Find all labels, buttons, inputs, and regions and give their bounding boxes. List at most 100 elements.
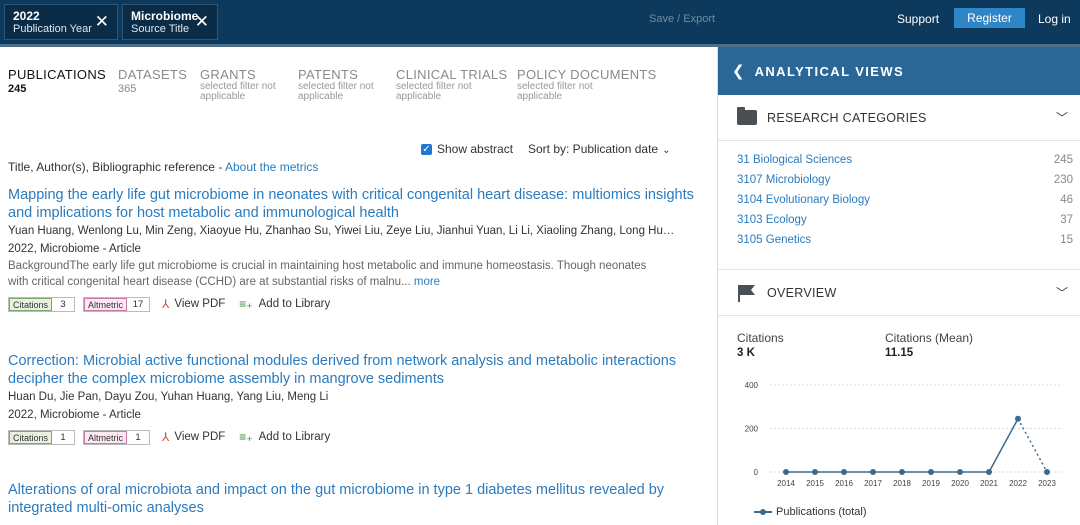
about-metrics-link[interactable]: About the metrics xyxy=(225,160,318,174)
sort-dropdown[interactable]: Sort by: Publication date ⌄ xyxy=(528,142,670,156)
category-row[interactable]: 3104 Evolutionary Biology 46 xyxy=(737,194,1073,206)
result-abstract: BackgroundThe early life gut microbiome … xyxy=(8,258,668,290)
category-count: 230 xyxy=(1053,174,1073,186)
add-to-library-icon: ≡₊ xyxy=(239,297,253,311)
data-point xyxy=(812,469,818,475)
citations-badge[interactable]: Citations 1 xyxy=(8,429,76,445)
result-actions: Citations 1 Altmetric 1 ⅄ View PDF ≡₊ Add … xyxy=(8,429,708,445)
category-row[interactable]: 3103 Ecology 37 xyxy=(737,214,1073,226)
citations-badge-label: Citations xyxy=(9,430,53,444)
data-point xyxy=(783,469,789,475)
tab-note: selected filter not applicable xyxy=(396,81,472,102)
category-link[interactable]: 3105 Genetics xyxy=(737,234,811,246)
result-title-link[interactable]: Mapping the early life gut microbiome in… xyxy=(8,186,708,222)
tab-count: 245 xyxy=(8,83,27,95)
data-point xyxy=(1044,469,1050,475)
result-actions: Citations 3 Altmetric 17 ⅄ View PDF ≡₊ Add… xyxy=(8,296,708,312)
register-button[interactable]: Register xyxy=(954,8,1025,28)
altmetric-badge[interactable]: Altmetric 1 xyxy=(83,429,151,445)
tab-count: 365 xyxy=(118,83,137,95)
x-tick-label: 2014 xyxy=(777,479,795,488)
filter-chip-source-title[interactable]: Microbiome Source Title ✕ xyxy=(122,4,218,40)
close-icon[interactable]: ✕ xyxy=(95,13,109,30)
result-title-link[interactable]: Alterations of oral microbiota and impac… xyxy=(8,481,708,517)
tab-label: PUBLICATIONS xyxy=(8,67,106,82)
x-tick-label: 2021 xyxy=(980,479,998,488)
save-export-button[interactable]: Save / Export xyxy=(649,13,715,25)
series-line-segment xyxy=(1017,418,1048,473)
add-to-library-button[interactable]: Add to Library xyxy=(259,431,331,443)
category-count: 46 xyxy=(1060,194,1073,206)
x-tick-label: 2020 xyxy=(951,479,969,488)
result-title-link[interactable]: Correction: Microbial active functional … xyxy=(8,352,708,388)
category-link[interactable]: 3104 Evolutionary Biology xyxy=(737,194,870,206)
pdf-icon: ⅄ xyxy=(162,430,170,444)
abstract-text: BackgroundThe early life gut microbiome … xyxy=(8,260,647,288)
pdf-icon: ⅄ xyxy=(162,297,170,311)
chevron-left-icon[interactable]: ❮ xyxy=(732,62,745,80)
folder-icon xyxy=(737,107,757,125)
legend-marker xyxy=(754,509,772,515)
category-link[interactable]: 3107 Microbiology xyxy=(737,174,830,186)
citations-badge[interactable]: Citations 3 xyxy=(8,296,76,312)
results-panel: PUBLICATIONS 245 DATASETS 365 GRANTS sel… xyxy=(0,47,716,525)
tab-patents[interactable]: PATENTS selected filter not applicable xyxy=(298,67,388,102)
result-item: Alterations of oral microbiota and impac… xyxy=(8,481,708,517)
analytical-views-title: ANALYTICAL VIEWS xyxy=(754,63,905,79)
metrics-info-line: Title, Author(s), Bibliographic referenc… xyxy=(8,160,318,174)
citations-count: 1 xyxy=(60,431,66,443)
sort-label: Sort by: Publication date xyxy=(528,142,659,156)
category-row[interactable]: 31 Biological Sciences 245 xyxy=(737,154,1073,166)
view-pdf-button[interactable]: View PDF xyxy=(174,431,225,443)
data-point xyxy=(870,469,876,475)
view-pdf-button[interactable]: View PDF xyxy=(174,298,225,310)
category-row[interactable]: 3105 Genetics 15 xyxy=(737,234,1073,246)
result-authors: Huan Du, Jie Pan, Dayu Zou, Yuhan Huang,… xyxy=(8,391,329,403)
data-point xyxy=(841,469,847,475)
data-point xyxy=(957,469,963,475)
y-tick-label: 400 xyxy=(745,381,759,390)
category-count: 37 xyxy=(1060,214,1073,226)
filter-chip-publication-year[interactable]: 2022 Publication Year ✕ xyxy=(4,4,118,40)
y-tick-label: 200 xyxy=(745,425,759,434)
research-categories-header[interactable]: RESEARCH CATEGORIES ﹀ xyxy=(718,95,1080,141)
tab-publications[interactable]: PUBLICATIONS 245 xyxy=(8,67,106,96)
tab-label: POLICY DOCUMENTS xyxy=(517,67,657,82)
citations-value: 3 K xyxy=(737,347,755,359)
add-to-library-button[interactable]: Add to Library xyxy=(259,298,331,310)
chevron-down-icon[interactable]: ﹀ xyxy=(1056,284,1068,301)
close-icon[interactable]: ✕ xyxy=(195,13,209,30)
checkbox-checked-icon[interactable]: ✓ xyxy=(421,143,432,155)
altmetric-badge[interactable]: Altmetric 17 xyxy=(83,296,151,312)
result-item: Correction: Microbial active functional … xyxy=(8,352,708,445)
add-to-library-icon: ≡₊ xyxy=(239,430,253,444)
tab-label: CLINICAL TRIALS xyxy=(396,67,508,82)
data-point xyxy=(986,469,992,475)
more-link[interactable]: more xyxy=(414,276,440,288)
tab-policy-documents[interactable]: POLICY DOCUMENTS selected filter not app… xyxy=(517,67,657,102)
x-tick-label: 2023 xyxy=(1038,479,1056,488)
category-link[interactable]: 3103 Ecology xyxy=(737,214,807,226)
chevron-down-icon[interactable]: ﹀ xyxy=(1056,109,1068,126)
tab-note: selected filter not applicable xyxy=(298,81,374,102)
category-link[interactable]: 31 Biological Sciences xyxy=(737,154,852,166)
x-tick-label: 2017 xyxy=(864,479,882,488)
data-point xyxy=(1015,415,1021,422)
flag-icon xyxy=(737,284,757,302)
altmetric-badge-label: Altmetric xyxy=(84,297,128,311)
analytical-views-header[interactable]: ❮ ANALYTICAL VIEWS xyxy=(718,47,1080,95)
show-abstract-label: Show abstract xyxy=(437,142,514,156)
tab-grants[interactable]: GRANTS selected filter not applicable xyxy=(200,67,290,102)
metrics-info-text: Title, Author(s), Bibliographic referenc… xyxy=(8,160,225,174)
tab-clinical-trials[interactable]: CLINICAL TRIALS selected filter not appl… xyxy=(396,67,507,102)
x-tick-label: 2015 xyxy=(806,479,824,488)
support-link[interactable]: Support xyxy=(897,12,939,26)
show-abstract-toggle[interactable]: ✓ Show abstract xyxy=(421,142,513,156)
overview-header[interactable]: OVERVIEW ﹀ xyxy=(718,270,1080,316)
login-link[interactable]: Log in xyxy=(1038,12,1071,26)
tab-datasets[interactable]: DATASETS 365 xyxy=(118,67,187,96)
result-authors: Yuan Huang, Wenlong Lu, Min Zeng, Xiaoyu… xyxy=(8,225,678,237)
tab-label: GRANTS xyxy=(200,67,256,82)
legend-label: Publications (total) xyxy=(776,506,867,518)
category-row[interactable]: 3107 Microbiology 230 xyxy=(737,174,1073,186)
